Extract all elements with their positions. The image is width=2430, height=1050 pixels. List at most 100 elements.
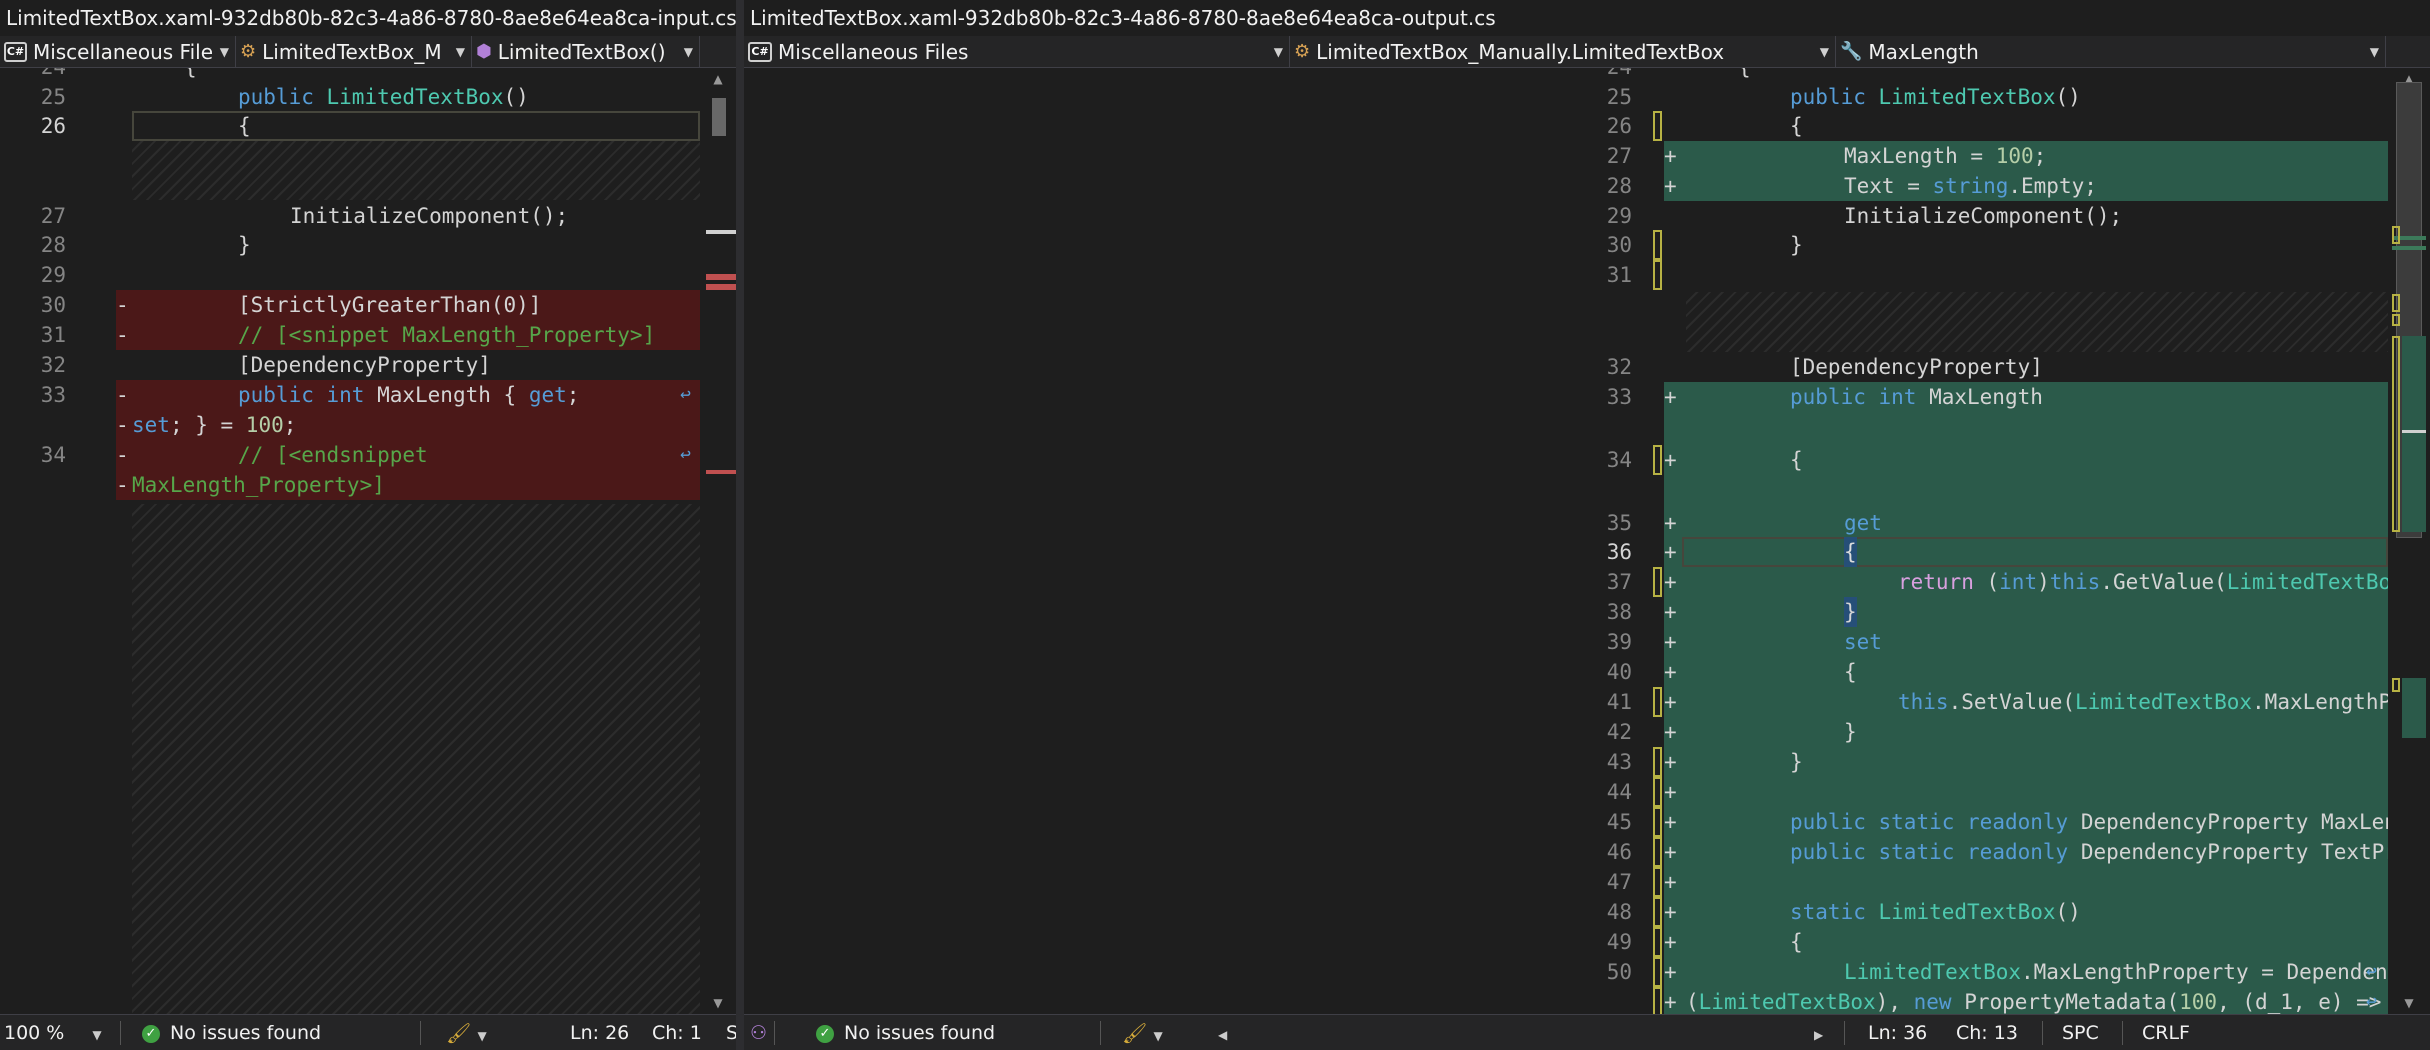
- code-line: 25 public LimitedTextBox(): [1606, 85, 2081, 109]
- right-member-dropdown[interactable]: 🔧 MaxLength ▼: [1836, 36, 2386, 68]
- horizontal-scrollbar-track[interactable]: [1238, 1015, 1808, 1050]
- diff-filler: [132, 504, 700, 1014]
- code-line: 24 {: [744, 68, 2388, 82]
- code-line-added: 43 + }: [744, 747, 2388, 777]
- code-line: 27 InitializeComponent();: [40, 204, 569, 228]
- chevron-down-icon: ▼: [1819, 45, 1829, 59]
- change-overview-marker: [2392, 314, 2400, 326]
- code-line-added: [744, 412, 2388, 442]
- left-class-label: LimitedTextBox_M: [262, 40, 442, 64]
- right-project-dropdown[interactable]: C# Miscellaneous Files ▼: [744, 36, 1290, 68]
- code-line-added: 49 + {: [744, 927, 2388, 957]
- left-project-dropdown[interactable]: C# Miscellaneous File ▼: [0, 36, 236, 68]
- zoom-dropdown[interactable]: 100 % ▼: [4, 1015, 102, 1050]
- right-vertical-scrollbar[interactable]: ▲ ▼: [2388, 68, 2430, 1014]
- chevron-down-icon: ▼: [2369, 45, 2379, 59]
- code-line-added: 48 + static LimitedTextBox(): [744, 897, 2388, 927]
- scroll-down-arrow[interactable]: ▼: [700, 996, 736, 1010]
- change-overview-marker: [2392, 226, 2400, 244]
- right-project-label: Miscellaneous Files: [778, 40, 969, 64]
- deleted-overview-marker: [706, 284, 736, 290]
- code-line-added: 28 + Text = string.Empty;: [744, 171, 2388, 201]
- csharp-file-icon: C#: [4, 42, 27, 62]
- word-wrap-icon: ↩: [2366, 961, 2377, 982]
- word-wrap-icon: ↩: [680, 384, 691, 405]
- issues-indicator[interactable]: ✓ No issues found: [142, 1015, 321, 1050]
- line-indicator[interactable]: Ln: 36: [1868, 1015, 1927, 1050]
- code-line: 28 }: [40, 233, 251, 257]
- chevron-down-icon: ▼: [92, 1028, 102, 1042]
- right-file-title[interactable]: LimitedTextBox.xaml-932db80b-82c3-4a86-8…: [744, 0, 2430, 36]
- change-overview-marker: [2392, 678, 2400, 692]
- code-cleanup-button[interactable]: 🖌 ▼: [446, 1015, 487, 1050]
- code-line-added: 46 + public static readonly DependencyPr…: [744, 837, 2388, 867]
- code-line-added: 47 +: [744, 867, 2388, 897]
- left-vertical-scrollbar[interactable]: ▲ ▼: [700, 68, 736, 1014]
- right-status-bar: ⚇ ✓ No issues found 🖌 ▼ ◀ ▶ Ln: 36 Ch: 13…: [744, 1014, 2430, 1050]
- added-overview-marker: [2402, 678, 2426, 738]
- column-indicator[interactable]: Ch: 1: [652, 1015, 702, 1050]
- chevron-down-icon: ▼: [455, 45, 465, 59]
- line-ending-indicator[interactable]: CRLF: [2142, 1015, 2190, 1050]
- code-line-added: 33 + public int MaxLength: [744, 382, 2388, 412]
- word-wrap-icon: ↩: [680, 444, 691, 465]
- added-overview-marker: [2392, 246, 2426, 250]
- code-line: 30 }: [744, 230, 2388, 260]
- left-file-title[interactable]: LimitedTextBox.xaml-932db80b-82c3-4a86-8…: [0, 0, 736, 36]
- chevron-down-icon: ▼: [683, 45, 693, 59]
- caret-position-marker: [2402, 430, 2426, 433]
- deleted-overview-marker: [706, 470, 736, 474]
- left-member-dropdown[interactable]: ⬢ LimitedTextBox() ▼: [472, 36, 700, 68]
- code-line-added: 50 + LimitedTextBox.MaxLengthProperty = …: [744, 957, 2388, 987]
- right-class-dropdown[interactable]: ⚙ LimitedTextBox_Manually.LimitedTextBox…: [1290, 36, 1836, 68]
- left-project-label: Miscellaneous File: [32, 40, 213, 64]
- code-line-current: 36 + {: [744, 537, 2388, 567]
- chevron-down-icon: ▼: [477, 1029, 487, 1043]
- code-line: 25 public LimitedTextBox(): [40, 85, 529, 109]
- change-overview-marker: [2392, 294, 2400, 312]
- scroll-thumb[interactable]: [712, 98, 726, 136]
- code-line-added: 39 + set: [744, 627, 2388, 657]
- code-line-added: 42 + }: [744, 717, 2388, 747]
- left-member-label: LimitedTextBox(): [497, 40, 666, 64]
- code-line-added: 41 + this.SetValue(LimitedTextBox.MaxLen…: [744, 687, 2388, 717]
- code-line: 29: [40, 263, 66, 287]
- issues-indicator[interactable]: ✓ No issues found: [816, 1015, 995, 1050]
- left-code-editor[interactable]: 24 { 25 public LimitedTextBox() 26 { 27 …: [0, 68, 700, 1014]
- code-line-deleted: 31 - // [<snippet MaxLength_Property>]: [0, 320, 700, 350]
- code-line-deleted: 34 - // [<endsnippet ↩: [0, 440, 700, 470]
- code-line: 29 InitializeComponent();: [1606, 204, 2123, 228]
- left-diff-pane: LimitedTextBox.xaml-932db80b-82c3-4a86-8…: [0, 0, 736, 1050]
- left-class-dropdown[interactable]: ⚙ LimitedTextBox_M ▼: [236, 36, 472, 68]
- code-line-deleted: - MaxLength_Property>]: [0, 470, 700, 500]
- code-line-deleted: 33 - public int MaxLength { get; ↩: [0, 380, 700, 410]
- code-line-added: 27 + MaxLength = 100;: [744, 141, 2388, 171]
- right-class-label: LimitedTextBox_Manually.LimitedTextBox: [1316, 40, 1725, 64]
- code-line-added: [744, 478, 2388, 508]
- code-line: 31: [744, 260, 2388, 290]
- chevron-down-icon: ▼: [219, 45, 229, 59]
- left-navigation-bar: C# Miscellaneous File ▼ ⚙ LimitedTextBox…: [0, 36, 736, 68]
- scroll-up-arrow[interactable]: ▲: [700, 72, 736, 86]
- spacing-indicator[interactable]: SI: [726, 1015, 736, 1050]
- chevron-down-icon: ▼: [1273, 45, 1283, 59]
- code-line-added: 37 + return (int)this.GetValue(LimitedTe…: [744, 567, 2388, 597]
- right-code-editor[interactable]: 24 { 25 public LimitedTextBox() 26 { 27 …: [744, 68, 2388, 1014]
- code-line-added: 35 + get: [744, 508, 2388, 538]
- code-cleanup-button[interactable]: 🖌 ▼: [1122, 1015, 1163, 1050]
- column-indicator[interactable]: Ch: 13: [1956, 1015, 2018, 1050]
- line-indicator[interactable]: Ln: 26: [570, 1015, 629, 1050]
- scroll-down-arrow[interactable]: ▼: [2388, 996, 2430, 1010]
- code-line-added: 45 + public static readonly DependencyPr…: [744, 807, 2388, 837]
- diff-splitter[interactable]: [736, 0, 744, 1050]
- code-cleanup-icon: 🖌: [446, 1021, 472, 1045]
- horizontal-scroll-left[interactable]: ◀: [1218, 1015, 1227, 1050]
- spacing-indicator[interactable]: SPC: [2062, 1015, 2099, 1050]
- horizontal-scroll-right[interactable]: ▶: [1814, 1015, 1823, 1050]
- added-overview-marker: [2402, 336, 2426, 532]
- live-share-icon[interactable]: ⚇: [750, 1015, 767, 1050]
- code-line: 32 [DependencyProperty]: [40, 353, 491, 377]
- left-status-bar: 100 % ▼ ✓ No issues found 🖌 ▼ Ln: 26 Ch: …: [0, 1014, 736, 1050]
- class-icon: ⚙: [1294, 41, 1311, 62]
- right-diff-pane: LimitedTextBox.xaml-932db80b-82c3-4a86-8…: [744, 0, 2430, 1050]
